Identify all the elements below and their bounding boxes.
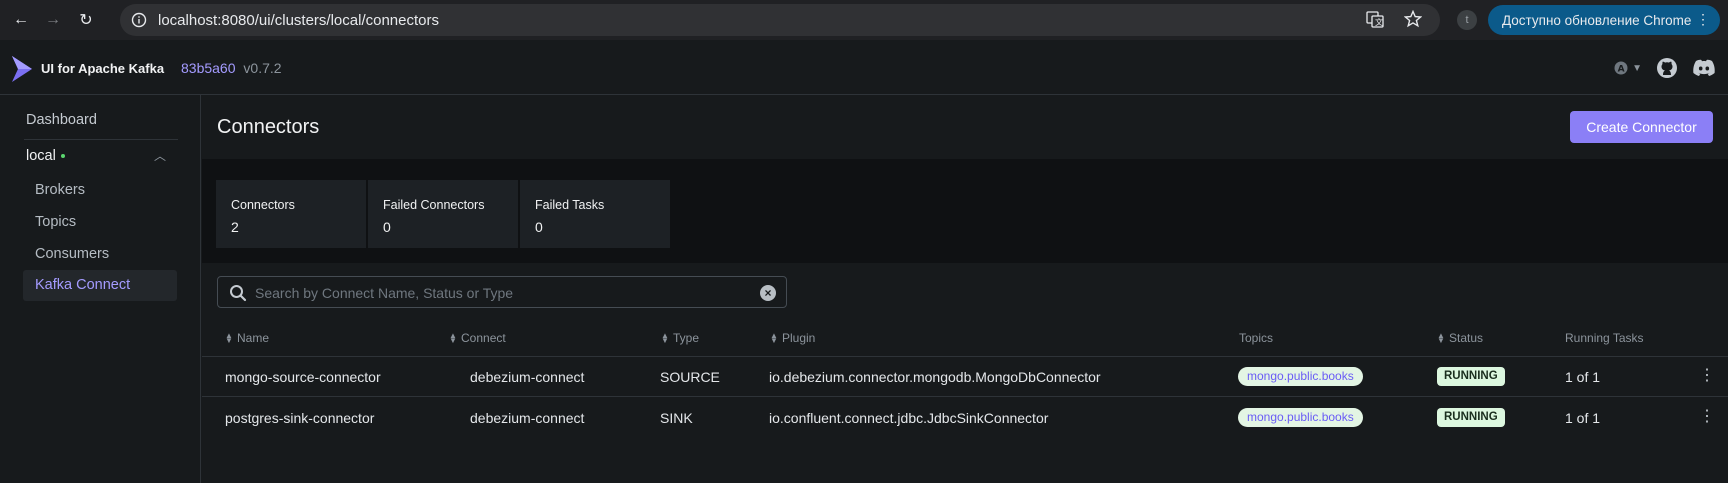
more-vert-icon[interactable]: ⋮ (1696, 11, 1710, 28)
address-bar[interactable]: localhost:8080/ui/clusters/local/connect… (120, 4, 1440, 36)
metric-value: 0 (535, 219, 543, 235)
github-icon[interactable] (1656, 57, 1678, 79)
metric-connectors: Connectors 2 (216, 180, 366, 248)
cell-plugin: io.debezium.connector.mongodb.MongoDbCon… (769, 369, 1101, 385)
sidebar-item-label: Kafka Connect (35, 277, 131, 293)
cell-plugin: io.confluent.connect.jdbc.JdbcSinkConnec… (769, 410, 1049, 426)
topic-tag[interactable]: mongo.public.books (1238, 367, 1363, 386)
sidebar-cluster-local[interactable]: local (26, 148, 65, 164)
metric-failed-connectors: Failed Connectors 0 (368, 180, 518, 248)
row-actions-icon[interactable]: ⋮ (1699, 406, 1715, 426)
table-divider (202, 356, 1728, 357)
sort-icon: ▲ ▼ (225, 331, 233, 345)
sidebar: Dashboard local ︿ Brokers Topics Consume… (0, 95, 201, 483)
forward-icon[interactable]: → (43, 10, 63, 30)
app-header: UI for Apache Kafka 83b5a60 v0.7.2 A ▼ (0, 40, 1728, 95)
column-header-running-tasks: Running Tasks (1565, 331, 1644, 345)
cell-name[interactable]: mongo-source-connector (225, 369, 381, 385)
column-header-type[interactable]: ▲ ▼ Type (661, 331, 699, 345)
cell-running-tasks: 1 of 1 (1565, 410, 1601, 426)
search-input[interactable]: Search by Connect Name, Status or Type (255, 285, 513, 301)
reload-icon[interactable]: ↻ (76, 10, 96, 30)
status-badge: RUNNING (1437, 367, 1505, 386)
kafka-ui-logo-icon[interactable] (10, 55, 34, 83)
version-info[interactable]: 83b5a60 v0.7.2 (181, 60, 282, 76)
cell-running-tasks: 1 of 1 (1565, 369, 1601, 385)
page-title: Connectors (217, 116, 320, 138)
discord-icon[interactable] (1692, 58, 1716, 78)
sidebar-item-dashboard[interactable]: Dashboard (26, 112, 97, 128)
sort-icon: ▲ ▼ (449, 331, 457, 345)
metric-label: Failed Connectors (383, 198, 485, 212)
chevron-up-icon[interactable]: ︿ (154, 147, 166, 164)
svg-text:文: 文 (1375, 17, 1383, 27)
chevron-down-icon: ▼ (1632, 62, 1642, 74)
browser-toolbar: ← → ↻ localhost:8080/ui/clusters/local/c… (0, 0, 1728, 40)
cell-type: SOURCE (660, 369, 720, 385)
theme-switcher[interactable]: A ▼ (1614, 61, 1642, 75)
column-header-topics: Topics (1239, 331, 1274, 345)
version-number: v0.7.2 (243, 60, 282, 76)
topic-tag[interactable]: mongo.public.books (1238, 408, 1363, 427)
site-info-icon[interactable] (131, 12, 147, 28)
chrome-update-button[interactable]: Доступно обновление Chrome ⋮ (1488, 5, 1720, 35)
sort-icon: ▲ ▼ (770, 331, 778, 345)
status-badge: RUNNING (1437, 408, 1505, 427)
search-icon (230, 285, 247, 302)
sort-icon: ▲ ▼ (661, 331, 669, 345)
sidebar-item-kafka-connect[interactable]: Kafka Connect (23, 270, 177, 301)
metric-value: 0 (383, 219, 391, 235)
metric-failed-tasks: Failed Tasks 0 (520, 180, 670, 248)
column-header-connect[interactable]: ▲ ▼ Connect (449, 331, 506, 345)
cluster-status-dot (60, 154, 65, 159)
back-icon[interactable]: ← (11, 10, 31, 30)
version-hash[interactable]: 83b5a60 (181, 60, 236, 76)
metric-label: Connectors (231, 198, 295, 212)
column-header-name[interactable]: ▲ ▼ Name (225, 331, 269, 345)
row-divider (202, 396, 1728, 397)
cell-type: SINK (660, 410, 693, 426)
row-actions-icon[interactable]: ⋮ (1699, 365, 1715, 385)
url-text: localhost:8080/ui/clusters/local/connect… (158, 11, 439, 29)
create-connector-button[interactable]: Create Connector (1570, 111, 1713, 143)
auto-theme-icon: A (1614, 61, 1628, 75)
bookmark-star-icon[interactable] (1404, 10, 1422, 28)
column-header-status[interactable]: ▲ ▼ Status (1437, 331, 1483, 345)
cell-name[interactable]: postgres-sink-connector (225, 410, 374, 426)
app-title[interactable]: UI for Apache Kafka (41, 61, 164, 76)
svg-text:A: A (1618, 65, 1625, 75)
metric-value: 2 (231, 219, 239, 235)
search-field[interactable]: Search by Connect Name, Status or Type × (217, 276, 787, 308)
cluster-name: local (26, 148, 56, 164)
sidebar-item-brokers[interactable]: Brokers (35, 182, 85, 198)
metric-label: Failed Tasks (535, 198, 605, 212)
sidebar-divider (24, 139, 178, 140)
sort-icon: ▲ ▼ (1437, 331, 1445, 345)
update-label: Доступно обновление Chrome (1502, 12, 1692, 28)
sidebar-item-consumers[interactable]: Consumers (35, 246, 109, 262)
cell-connect: debezium-connect (470, 369, 585, 385)
translate-icon[interactable]: 文 (1366, 10, 1384, 28)
sidebar-item-topics[interactable]: Topics (35, 214, 76, 230)
clear-search-icon[interactable]: × (760, 285, 776, 301)
cell-connect: debezium-connect (470, 410, 585, 426)
column-header-plugin[interactable]: ▲ ▼ Plugin (770, 331, 815, 345)
main-content: Connectors Create Connector Connectors 2… (202, 95, 1728, 483)
profile-avatar[interactable]: t (1457, 10, 1477, 30)
